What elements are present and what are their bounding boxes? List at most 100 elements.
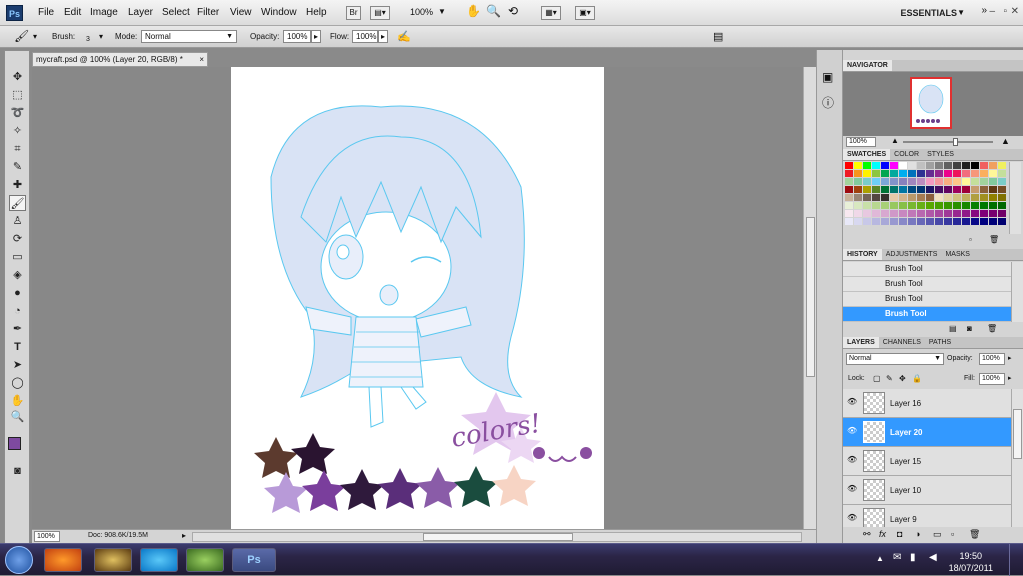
visibility-eye-icon[interactable]: 👁 [847, 484, 859, 496]
color-swatch[interactable] [971, 202, 979, 209]
arrange-documents-icon[interactable]: ▦▾ [541, 6, 561, 20]
color-swatch[interactable] [944, 210, 952, 217]
horizontal-scroll-thumb[interactable] [423, 533, 573, 541]
color-swatch[interactable] [881, 194, 889, 201]
color-swatch[interactable] [872, 218, 880, 225]
eyedropper-tool-icon[interactable]: ✎ [9, 159, 26, 175]
color-swatch[interactable] [908, 162, 916, 169]
color-swatch[interactable] [971, 210, 979, 217]
color-swatch[interactable] [890, 186, 898, 193]
color-swatch[interactable] [926, 210, 934, 217]
minimize-icon[interactable]: – [989, 6, 995, 17]
tab-color[interactable]: COLOR [890, 149, 923, 160]
eraser-tool-icon[interactable]: ▭ [9, 249, 26, 265]
color-swatch[interactable] [863, 210, 871, 217]
zoom-tool-icon[interactable]: 🔍 [9, 409, 26, 425]
lasso-tool-icon[interactable]: ➰ [9, 105, 26, 121]
layer-row-selected[interactable]: 👁 Layer 20 [843, 418, 1011, 447]
color-swatch[interactable] [917, 178, 925, 185]
color-swatch[interactable] [989, 162, 997, 169]
color-swatch[interactable] [908, 194, 916, 201]
color-swatch[interactable] [845, 202, 853, 209]
menu-filter[interactable]: Filter [197, 7, 219, 18]
messenger-taskbar-icon[interactable] [186, 548, 224, 572]
workspace-switcher[interactable]: ESSENTIALS [900, 8, 957, 18]
tray-app-icon[interactable]: ✉ [893, 552, 901, 563]
color-swatch[interactable] [953, 170, 961, 177]
menu-file[interactable]: File [38, 7, 54, 18]
lock-position-icon[interactable]: ✥ [899, 374, 906, 383]
color-swatch[interactable] [971, 186, 979, 193]
color-swatch[interactable] [989, 218, 997, 225]
magic-wand-tool-icon[interactable]: ✧ [9, 123, 26, 139]
shape-tool-icon[interactable]: ◯ [9, 375, 26, 391]
tab-history[interactable]: HISTORY [843, 249, 882, 260]
zoom-level[interactable]: 100% [410, 7, 433, 17]
color-swatch[interactable] [935, 178, 943, 185]
crop-tool-icon[interactable]: ⌗ [9, 141, 26, 157]
fill-input[interactable]: 100% [979, 373, 1005, 385]
color-swatch[interactable] [863, 218, 871, 225]
type-tool-icon[interactable]: T [9, 339, 26, 355]
color-swatch[interactable] [935, 218, 943, 225]
vertical-scrollbar[interactable] [803, 67, 816, 529]
color-swatch[interactable] [935, 170, 943, 177]
hand-tool-icon[interactable]: ✋ [466, 4, 481, 18]
color-swatch[interactable] [890, 170, 898, 177]
delete-state-icon[interactable]: 🗑 [987, 324, 997, 333]
tab-styles[interactable]: STYLES [923, 149, 958, 160]
color-swatch[interactable] [872, 170, 880, 177]
hand-tool-icon[interactable]: ✋ [9, 393, 26, 409]
color-swatch[interactable] [989, 194, 997, 201]
color-swatch[interactable] [962, 162, 970, 169]
color-swatch[interactable] [908, 218, 916, 225]
color-swatch[interactable] [854, 162, 862, 169]
color-swatch[interactable] [845, 170, 853, 177]
opacity-slider-icon[interactable]: ▸ [1008, 354, 1012, 362]
color-swatch[interactable] [845, 218, 853, 225]
visibility-eye-icon[interactable]: 👁 [847, 426, 859, 438]
canvas[interactable]: colors! [231, 67, 604, 529]
menu-edit[interactable]: Edit [64, 7, 81, 18]
foreground-color-swatch[interactable] [8, 437, 21, 450]
fill-slider-icon[interactable]: ▸ [1008, 374, 1012, 382]
color-swatch[interactable] [926, 178, 934, 185]
color-swatch[interactable] [890, 162, 898, 169]
layer-opacity-input[interactable]: 100% [979, 353, 1005, 365]
color-swatch[interactable] [998, 186, 1006, 193]
delete-swatch-icon[interactable]: 🗑 [989, 235, 999, 244]
lock-transparency-icon[interactable]: ▢ [873, 374, 881, 383]
pen-tool-icon[interactable]: ✒ [9, 321, 26, 337]
color-swatch[interactable] [899, 218, 907, 225]
color-swatch[interactable] [863, 194, 871, 201]
color-swatch[interactable] [926, 186, 934, 193]
horizontal-scrollbar[interactable] [192, 532, 802, 542]
history-item[interactable]: Brush Tool [843, 292, 1011, 307]
color-swatch[interactable] [998, 162, 1006, 169]
brush-panel-icon[interactable]: ▤ [713, 30, 723, 43]
color-swatch[interactable] [863, 170, 871, 177]
color-swatch[interactable] [944, 202, 952, 209]
color-swatch[interactable] [917, 202, 925, 209]
tab-swatches[interactable]: SWATCHES [843, 149, 891, 160]
brush-dropdown-icon[interactable]: ▾ [99, 32, 103, 41]
menu-help[interactable]: Help [306, 7, 327, 18]
zoom-in-icon[interactable]: ▲ [1001, 136, 1010, 146]
color-swatch[interactable] [944, 218, 952, 225]
color-swatch[interactable] [998, 210, 1006, 217]
color-swatch[interactable] [989, 186, 997, 193]
color-swatch[interactable] [971, 194, 979, 201]
color-swatch[interactable] [971, 170, 979, 177]
dodge-tool-icon[interactable]: ◔ [9, 303, 26, 319]
brush-preset-icon[interactable]: 🖌 [14, 29, 29, 43]
color-swatch[interactable] [971, 178, 979, 185]
color-swatch[interactable] [845, 210, 853, 217]
color-swatch[interactable] [953, 202, 961, 209]
color-swatch[interactable] [935, 194, 943, 201]
layer-row[interactable]: 👁 Layer 15 [843, 447, 1011, 476]
adjustment-layer-icon[interactable]: ◑ [915, 529, 920, 539]
color-swatch[interactable] [863, 178, 871, 185]
info-panel-icon[interactable]: ⓘ [822, 94, 834, 111]
color-swatch[interactable] [935, 210, 943, 217]
color-swatch[interactable] [935, 162, 943, 169]
